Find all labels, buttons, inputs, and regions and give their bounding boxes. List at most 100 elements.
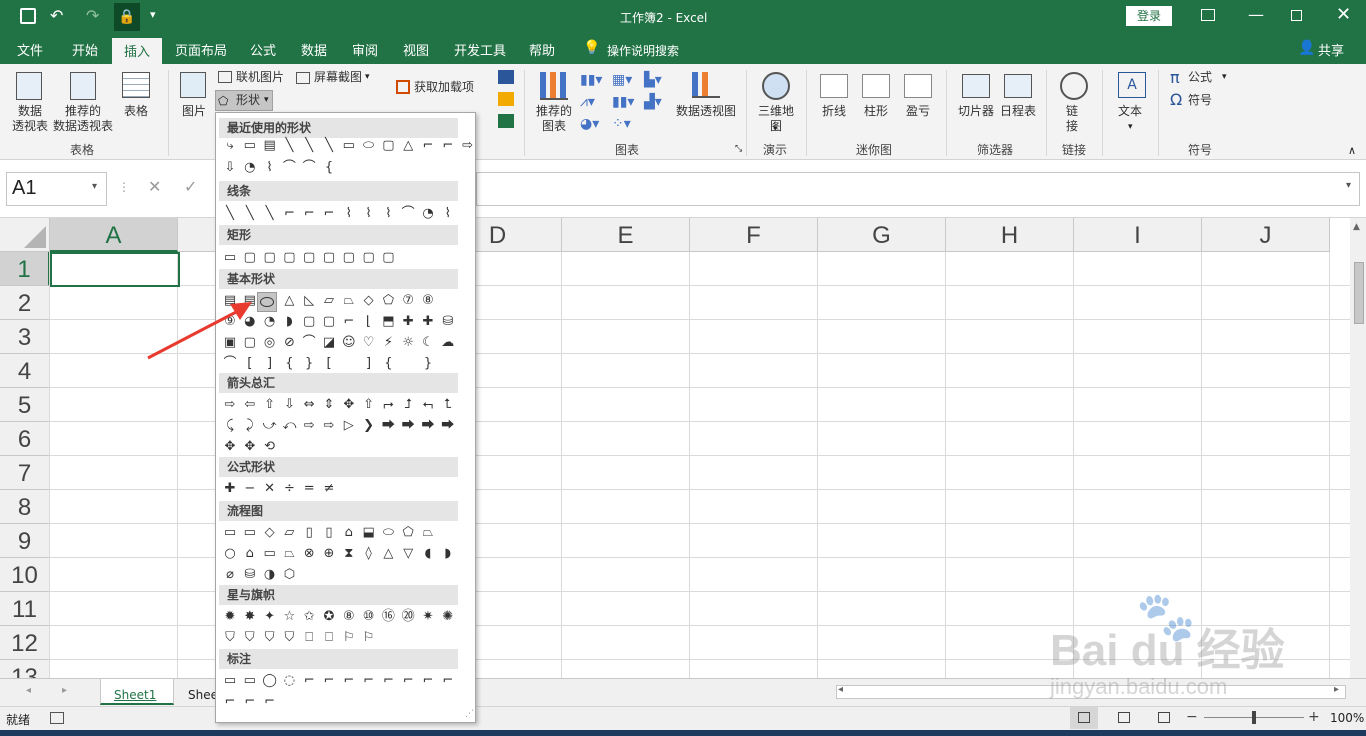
shape-option-icon[interactable]: ⬭ xyxy=(378,524,398,542)
zoom-level[interactable]: 100% xyxy=(1330,711,1364,725)
shape-option-icon[interactable]: ✚ xyxy=(220,480,240,498)
shape-option-icon[interactable]: ▭ xyxy=(240,672,260,690)
shape-option-icon[interactable]: = xyxy=(299,480,319,498)
shape-option-icon[interactable]: ✥ xyxy=(240,438,260,456)
shape-option-icon[interactable]: ⇩ xyxy=(279,396,299,414)
shape-option-icon[interactable]: ✺ xyxy=(438,608,458,626)
table-icon[interactable] xyxy=(122,72,150,98)
shape-option-icon[interactable]: ◔ xyxy=(240,159,260,177)
shape-option-icon[interactable]: ⌀ xyxy=(220,566,240,584)
sparkline-line-icon[interactable] xyxy=(820,74,848,98)
shape-option-icon[interactable]: ⬠ xyxy=(378,292,398,310)
column-chart-icon[interactable]: ▮▮▾ xyxy=(580,72,602,88)
column-header[interactable]: H xyxy=(946,218,1074,252)
shape-option-icon[interactable]: ▱ xyxy=(279,524,299,542)
row-header[interactable]: 12 xyxy=(0,626,50,660)
shape-option-icon[interactable]: ⌐ xyxy=(260,693,280,711)
shape-option-icon[interactable]: ⌐ xyxy=(418,137,438,155)
shape-option-icon[interactable]: ⬒ xyxy=(378,313,398,331)
shape-option-icon[interactable]: ⌇ xyxy=(339,205,359,223)
scroll-right-icon[interactable]: ▸ xyxy=(1334,684,1339,695)
recommended-pivot-button[interactable]: 推荐的 数据透视表 xyxy=(50,104,116,134)
shape-option-icon[interactable]: ▭ xyxy=(240,524,260,542)
shape-option-icon[interactable]: ⌂ xyxy=(240,545,260,563)
shape-option-icon[interactable]: ╲ xyxy=(240,205,260,223)
shape-option-icon[interactable]: ⌐ xyxy=(319,205,339,223)
shape-option-icon[interactable]: ▢ xyxy=(279,249,299,267)
shape-option-icon[interactable]: ⌐ xyxy=(418,672,438,690)
pivotchart-button[interactable]: 数据透视图 xyxy=(676,104,736,119)
page-layout-view-icon[interactable] xyxy=(1118,712,1130,723)
shape-option-icon[interactable]: [ xyxy=(319,355,339,373)
enter-icon[interactable]: ✓ xyxy=(184,177,197,196)
save-icon[interactable] xyxy=(20,8,36,24)
sparkline-line-button[interactable]: 折线 xyxy=(822,104,846,119)
shape-option-icon[interactable]: ╲ xyxy=(260,205,280,223)
shape-option-icon[interactable]: ⛉ xyxy=(240,629,260,647)
shape-option-icon[interactable]: ▯ xyxy=(319,524,339,542)
tab-home[interactable]: 开始 xyxy=(72,40,98,59)
shape-option-icon[interactable]: ╲ xyxy=(279,137,299,155)
cancel-icon[interactable]: ✕ xyxy=(148,177,161,196)
column-header[interactable]: I xyxy=(1074,218,1202,252)
shape-option-icon[interactable]: ⬓ xyxy=(359,524,379,542)
shape-option-icon[interactable]: ♡ xyxy=(359,334,379,352)
shape-option-icon[interactable]: ⌐ xyxy=(359,672,379,690)
shape-option-icon[interactable]: ⑧ xyxy=(418,292,438,310)
tab-view[interactable]: 视图 xyxy=(403,40,429,59)
shape-option-icon[interactable]: ○ xyxy=(220,545,240,563)
shape-option-icon[interactable]: ◑ xyxy=(260,566,280,584)
people-graph-icon[interactable] xyxy=(498,114,514,128)
shape-option-icon[interactable]: ⌐ xyxy=(438,137,458,155)
shape-option-icon[interactable]: ⏢ xyxy=(339,292,359,310)
shape-option-icon[interactable]: ▢ xyxy=(378,249,398,267)
sparkline-winloss-button[interactable]: 盈亏 xyxy=(906,104,930,119)
row-header[interactable]: 5 xyxy=(0,388,50,422)
shape-option-icon[interactable]: ⎕ xyxy=(299,629,319,647)
shape-option-icon[interactable]: ☾ xyxy=(418,334,438,352)
tab-review[interactable]: 审阅 xyxy=(352,40,378,59)
shape-option-icon[interactable]: ⚐ xyxy=(359,629,379,647)
shape-option-icon[interactable]: ⛉ xyxy=(220,629,240,647)
shape-option-icon[interactable]: ⌐ xyxy=(220,693,240,711)
equation-button[interactable]: 公式 xyxy=(1188,70,1212,85)
shape-option-icon[interactable]: ◗ xyxy=(438,545,458,563)
row-header[interactable]: 10 xyxy=(0,558,50,592)
pivot-table-button[interactable]: 数据 透视表 xyxy=(8,104,52,134)
shape-option-icon[interactable]: ▭ xyxy=(339,137,359,155)
shape-option-icon[interactable]: ▭ xyxy=(220,249,240,267)
shape-option-icon[interactable]: ▭ xyxy=(220,672,240,690)
active-cell[interactable] xyxy=(50,252,180,287)
shape-option-icon[interactable]: ⮕ xyxy=(398,417,418,435)
shape-option-icon[interactable]: ▢ xyxy=(319,313,339,331)
shape-option-icon[interactable]: ◎ xyxy=(260,334,280,352)
sparkline-column-icon[interactable] xyxy=(862,74,890,98)
shape-option-icon[interactable]: ✥ xyxy=(339,396,359,414)
shape-option-icon[interactable]: ☁ xyxy=(438,334,458,352)
shape-option-icon[interactable]: ⊗ xyxy=(299,545,319,563)
shape-option-icon[interactable]: ▢ xyxy=(378,137,398,155)
picture-icon[interactable] xyxy=(180,72,206,98)
row-header[interactable]: 7 xyxy=(0,456,50,490)
row-header[interactable]: 6 xyxy=(0,422,50,456)
customize-qat-icon[interactable]: ▾ xyxy=(150,8,156,21)
column-header[interactable]: A xyxy=(50,218,178,252)
shape-option-icon[interactable]: { xyxy=(378,355,398,373)
shape-option-icon[interactable]: ◊ xyxy=(359,545,379,563)
shape-option-icon[interactable]: △ xyxy=(279,292,299,310)
shape-option-icon[interactable]: ▢ xyxy=(319,249,339,267)
shape-option-icon[interactable]: ✩ xyxy=(299,608,319,626)
shape-option-icon[interactable]: ÷ xyxy=(279,480,299,498)
shape-option-icon[interactable]: ▢ xyxy=(240,249,260,267)
redo-icon[interactable]: ↷ xyxy=(86,6,99,25)
shape-option-icon[interactable]: ⇨ xyxy=(299,417,319,435)
shape-option-icon[interactable]: ◗ xyxy=(279,313,299,331)
shape-option-icon[interactable]: ⇧ xyxy=(359,396,379,414)
shape-option-icon[interactable]: ⬡ xyxy=(279,566,299,584)
shape-option-icon[interactable]: ⤻ xyxy=(260,417,280,435)
shape-option-icon[interactable]: ⑩ xyxy=(359,608,379,626)
shape-option-icon[interactable]: ✚ xyxy=(418,313,438,331)
macro-record-icon[interactable] xyxy=(50,712,64,724)
recommended-charts-icon[interactable] xyxy=(540,72,568,100)
login-button[interactable]: 登录 xyxy=(1126,6,1172,26)
